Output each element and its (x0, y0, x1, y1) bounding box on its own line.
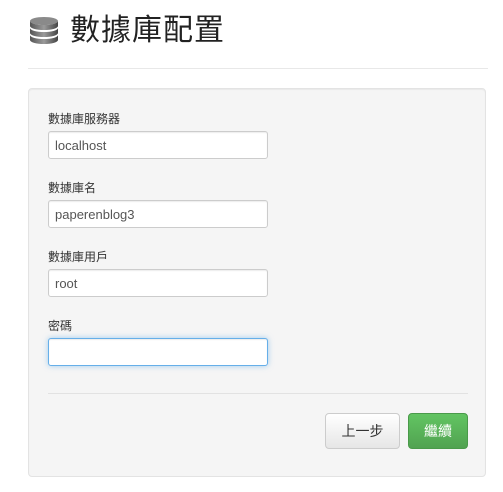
dbname-input[interactable] (48, 200, 268, 228)
server-label: 數據庫服務器 (48, 112, 121, 126)
page-header: 數據庫配置 (28, 8, 225, 54)
database-config-form: 數據庫服務器 數據庫名 數據庫用戶 密碼 上一步 繼續 (28, 88, 486, 477)
user-label: 數據庫用戶 (48, 250, 109, 264)
form-divider (48, 393, 468, 394)
password-input[interactable] (48, 338, 268, 366)
page-title: 數據庫配置 (70, 13, 225, 48)
header-divider (28, 68, 488, 69)
back-button[interactable]: 上一步 (325, 413, 400, 449)
password-label: 密碼 (48, 319, 73, 333)
continue-button[interactable]: 繼續 (408, 413, 468, 449)
database-icon (30, 17, 58, 44)
user-input[interactable] (48, 269, 268, 297)
dbname-label: 數據庫名 (48, 181, 97, 195)
server-input[interactable] (48, 131, 268, 159)
